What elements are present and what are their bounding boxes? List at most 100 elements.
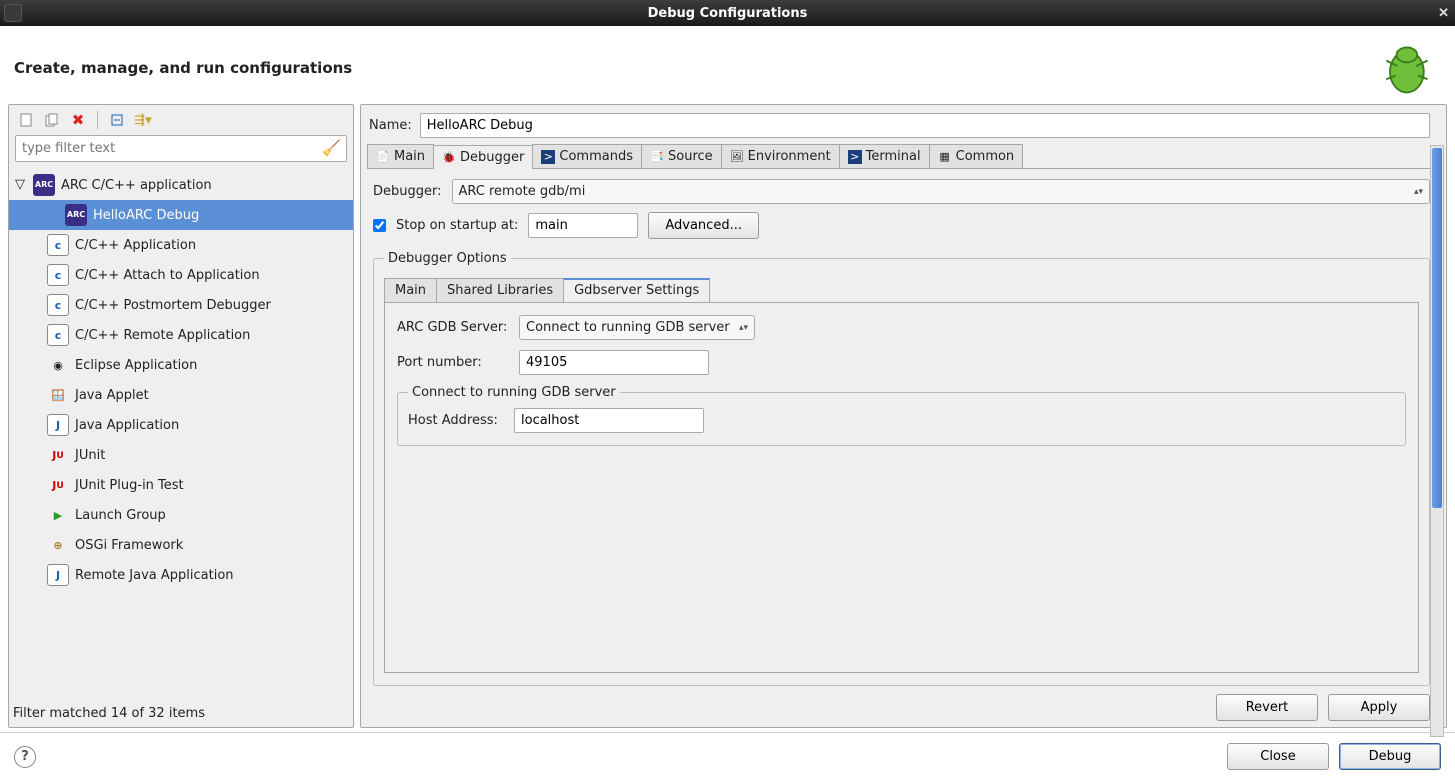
junit-plugin-icon: JU [47,474,69,496]
junit-icon: JU [47,444,69,466]
tree-item-label: OSGi Framework [75,538,183,553]
tree-item-label: Java Applet [75,388,149,403]
filter-button[interactable]: ⇶▾ [132,109,154,131]
tree-item-label: C/C++ Application [75,238,196,253]
tab-source[interactable]: 📑 Source [641,144,722,168]
gdb-server-value: Connect to running GDB server [526,320,730,335]
port-label: Port number: [397,355,509,370]
bug-small-icon: 🐞 [442,151,456,165]
advanced-button[interactable]: Advanced... [648,212,759,239]
name-input[interactable] [420,113,1430,138]
source-icon: 📑 [650,150,664,164]
tree-item[interactable]: ◉Eclipse Application [9,350,353,380]
tab-label: Terminal [866,149,921,164]
tree-item[interactable]: JRemote Java Application [9,560,353,590]
host-input[interactable] [514,408,704,433]
clear-filter-icon[interactable]: 🧹 [322,139,341,157]
tab-environment[interactable]: 🖼Environment [721,144,840,168]
tree-item-helloarc[interactable]: ARC HelloARC Debug [9,200,353,230]
tree-item[interactable]: ▶ Launch Group [9,500,353,530]
bottom-bar: ? Close Debug [0,732,1455,782]
c-icon: c [47,264,69,286]
right-panel: Name: 📄Main 🐞Debugger >Commands 📑Source … [360,104,1447,728]
tree-item[interactable]: 🪟 Java Applet [9,380,353,410]
tree-item[interactable]: cC/C++ Postmortem Debugger [9,290,353,320]
applet-icon: 🪟 [47,384,69,406]
tab-label: Debugger [460,150,524,165]
filter-wrap: 🧹 [9,135,353,166]
c-icon: c [47,324,69,346]
common-icon: ▦ [938,150,952,164]
sub-tabs: Main Shared Libraries Gdbserver Settings [384,278,1419,303]
tree-item[interactable]: ⊕ OSGi Framework [9,530,353,560]
tab-debugger[interactable]: 🐞 Debugger [433,145,533,169]
tab-label: Common [956,149,1015,164]
collapse-all-button[interactable] [106,109,128,131]
tree-item[interactable]: JJava Application [9,410,353,440]
file-icon: 📄 [376,150,390,164]
terminal-icon: > [541,150,555,164]
terminal-icon: > [848,150,862,164]
tab-commands[interactable]: >Commands [532,144,642,168]
launch-group-icon: ▶ [47,504,69,526]
host-row: Host Address: [408,408,1395,433]
page-title: Create, manage, and run configurations [14,59,352,77]
tree-item[interactable]: c C/C++ Attach to Application [9,260,353,290]
debugger-tab-body: Debugger: ARC remote gdb/mi ▴▾ Stop on s… [367,169,1446,690]
tab-common[interactable]: ▦ Common [929,144,1024,168]
stop-row: Stop on startup at: Advanced... [373,212,1430,239]
tree-item-label: JUnit Plug-in Test [75,478,184,493]
tree-item[interactable]: cC/C++ Application [9,230,353,260]
header: Create, manage, and run configurations [0,26,1455,104]
gdbserver-settings-body: ARC GDB Server: Connect to running GDB s… [384,302,1419,673]
config-tree[interactable]: ▽ ARC ARC C/C++ application ARC HelloARC… [9,166,353,700]
arc-icon: ARC [33,174,55,196]
tree-item-label: JUnit [75,448,105,463]
connect-group: Connect to running GDB server Host Addre… [397,385,1406,446]
tree-item-label: C/C++ Attach to Application [75,268,260,283]
tab-terminal[interactable]: > Terminal [839,144,930,168]
tree-item[interactable]: cC/C++ Remote Application [9,320,353,350]
tree-item-label: Launch Group [75,508,166,523]
port-input[interactable] [519,350,709,375]
debugger-select[interactable]: ARC remote gdb/mi ▴▾ [452,179,1431,204]
sub-tab-shared-libs[interactable]: Shared Libraries [436,278,564,303]
stop-function-input[interactable] [528,213,638,238]
right-footer: Revert Apply [367,690,1446,721]
apply-button[interactable]: Apply [1328,694,1430,721]
tree-item[interactable]: JU JUnit [9,440,353,470]
help-icon[interactable]: ? [14,746,36,768]
host-label: Host Address: [408,413,504,428]
filter-input[interactable] [15,135,347,162]
delete-config-button[interactable]: ✖ [67,109,89,131]
main-area: ✖ ⇶▾ 🧹 ▽ ARC ARC C/C++ application ARC H… [0,104,1455,732]
debugger-value: ARC remote gdb/mi [459,184,586,199]
tree-item-label: C/C++ Postmortem Debugger [75,298,271,313]
sub-tab-main[interactable]: Main [384,278,437,303]
chevron-updown-icon: ▴▾ [1414,187,1423,197]
tab-main[interactable]: 📄Main [367,144,434,168]
chevron-down-icon[interactable]: ▽ [15,177,27,192]
scrollbar[interactable] [1430,145,1444,737]
gdb-server-select[interactable]: Connect to running GDB server ▴▾ [519,315,755,340]
tree-item[interactable]: JU JUnit Plug-in Test [9,470,353,500]
connect-legend: Connect to running GDB server [408,385,620,400]
bug-icon [1375,38,1435,98]
stop-on-startup-checkbox[interactable] [373,219,386,232]
duplicate-config-button[interactable] [41,109,63,131]
tab-label: Environment [748,149,831,164]
tab-label: Source [668,149,713,164]
close-button[interactable]: Close [1227,743,1329,770]
scroll-thumb[interactable] [1432,148,1442,508]
revert-button[interactable]: Revert [1216,694,1318,721]
filter-status: Filter matched 14 of 32 items [9,700,353,727]
debug-button[interactable]: Debug [1339,743,1441,770]
app-icon [4,4,22,22]
tree-root-arc[interactable]: ▽ ARC ARC C/C++ application [9,170,353,200]
new-config-button[interactable] [15,109,37,131]
close-icon[interactable]: ✕ [1438,5,1449,21]
titlebar: Debug Configurations ✕ [0,0,1455,26]
sub-tab-gdbserver[interactable]: Gdbserver Settings [563,278,710,303]
osgi-icon: ⊕ [47,534,69,556]
config-tabs: 📄Main 🐞 Debugger >Commands 📑 Source 🖼Envir… [367,144,1430,169]
